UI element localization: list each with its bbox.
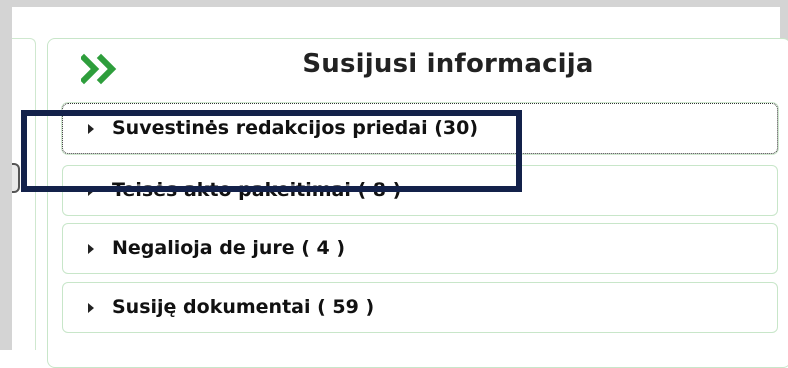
accordion-item-label: Susiję dokumentai ( 59 ) — [112, 296, 375, 318]
accordion-item-legal-act-amendments[interactable]: Teisės akto pakeitimai ( 8 ) — [62, 165, 778, 216]
panel-header: Susijusi informacija — [48, 39, 788, 99]
left-panel-control-edge[interactable] — [12, 163, 20, 193]
left-panel-edge — [12, 38, 36, 350]
expand-arrow-icon — [88, 124, 94, 134]
accordion-item-label: Negalioja de jure ( 4 ) — [112, 237, 346, 259]
related-info-panel: Susijusi informacija Suvestinės redakcij… — [47, 38, 788, 368]
expand-arrow-icon — [88, 244, 94, 254]
accordion-item-consolidated-annexes[interactable]: Suvestinės redakcijos priedai (30) — [62, 103, 778, 154]
accordion-item-label: Teisės akto pakeitimai ( 8 ) — [112, 179, 402, 201]
panel-title: Susijusi informacija — [302, 49, 594, 79]
accordion-item-invalid-de-jure[interactable]: Negalioja de jure ( 4 ) — [62, 223, 778, 274]
accordion-item-label: Suvestinės redakcijos priedai (30) — [112, 117, 479, 139]
double-chevron-right-icon — [81, 53, 117, 85]
left-border-strip — [0, 0, 12, 350]
expand-arrow-icon — [88, 303, 94, 313]
expand-arrow-icon — [88, 186, 94, 196]
top-border-strip — [0, 0, 788, 7]
accordion-item-related-documents[interactable]: Susiję dokumentai ( 59 ) — [62, 282, 778, 333]
